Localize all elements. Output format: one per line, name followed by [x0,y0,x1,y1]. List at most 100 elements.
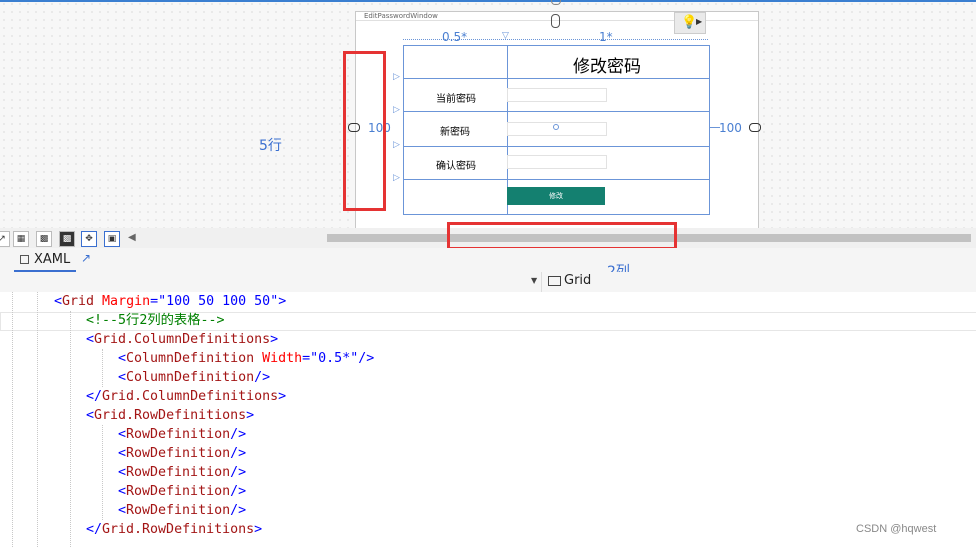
code-token: > [278,389,287,404]
new-password-input[interactable] [507,122,607,136]
code-token: RowDefinition [126,484,231,499]
path-grid-label: Grid [564,273,592,288]
path-grid-item[interactable]: Grid [546,273,666,291]
code-line[interactable]: <ColumnDefinition Width="0.5*"/> [118,349,374,368]
zoom-fit-icon[interactable]: ↗ [0,231,10,247]
confirm-password-label: 确认密码 [436,161,476,172]
code-line[interactable]: <!--5行2列的表格--> [86,311,225,330]
row-divider-2 [404,111,709,112]
code-token: > [254,522,263,537]
design-surface[interactable]: EditPasswordWindow 💡 ▶ 0.5* 1* ▽ 修改密码 当前… [0,0,976,228]
code-token: "> [270,294,287,309]
xaml-code-editor[interactable]: <Grid Margin="100 50 100 50"> <!--5行2列的表格… [0,292,976,547]
chain-icon[interactable] [551,14,560,28]
submit-button[interactable]: 修改 [507,187,605,205]
code-token: /> [230,484,247,499]
popout-icon[interactable]: ↗ [81,251,91,265]
editor-tab-bar: XAML ↗ 2列 [0,248,976,280]
quick-actions[interactable]: 💡 ▶ [674,12,706,34]
code-token: RowDefinition [126,465,231,480]
row-divider-4 [404,179,709,180]
code-token: /> [254,370,271,385]
indent-guide-1 [12,292,13,547]
rows-highlight-box [343,51,386,211]
xaml-file-icon [20,255,29,264]
code-token: /> [230,446,247,461]
margin-right-value[interactable]: 100 [719,121,742,135]
code-token: RowDefinition [126,446,231,461]
window-title: EditPasswordWindow [364,12,438,20]
code-line[interactable]: <ColumnDefinition/> [118,368,270,387]
code-line[interactable]: </Grid.ColumnDefinitions> [86,387,286,406]
center-handle-icon [553,124,559,130]
watermark: CSDN @hqwest [856,523,937,535]
code-token: Grid.ColumnDefinitions [94,332,271,347]
code-token: < [118,446,127,461]
code-token: < [118,370,127,385]
indent-guide-4 [102,349,103,387]
code-line[interactable]: <RowDefinition/> [118,501,246,520]
artboard-icon[interactable]: ▩ [59,231,75,247]
code-token: Margin [94,294,151,309]
column-split-marker-icon[interactable]: ▽ [502,31,509,41]
current-password-input[interactable] [507,88,607,102]
code-token: < [118,484,127,499]
dropdown-arrow-icon[interactable]: ▼ [531,276,537,285]
edit-password-window[interactable]: EditPasswordWindow 💡 ▶ 0.5* 1* ▽ 修改密码 当前… [355,11,759,228]
right-link-icon[interactable] [749,123,761,132]
code-line[interactable]: <RowDefinition/> [118,463,246,482]
snap-grid-icon[interactable]: ▩ [36,231,52,247]
grid-view-icon[interactable]: ▦ [13,231,29,247]
current-password-label: 当前密码 [436,94,476,105]
code-token: <!--5行2列的表格--> [86,313,225,328]
code-token: RowDefinition [126,503,231,518]
code-token: </ [86,389,103,404]
new-password-label: 新密码 [440,127,470,138]
confirm-password-input[interactable] [507,155,607,169]
path-separator [541,272,542,292]
row-marker-2-icon[interactable]: ▷ [393,105,400,115]
col-width-1[interactable]: 0.5* [442,30,467,44]
expand-arrow-icon[interactable]: ▶ [696,17,702,26]
code-line[interactable]: <RowDefinition/> [118,425,246,444]
code-token: < [118,351,127,366]
row-marker-4-icon[interactable]: ▷ [393,173,400,183]
code-token: < [118,503,127,518]
code-token: /> [230,465,247,480]
col-width-2[interactable]: 1* [599,30,613,44]
scroll-left-icon[interactable]: ◀ [128,232,136,243]
code-token: 0.5* [318,351,351,366]
designer-top-border [0,0,976,2]
snap-lines-icon[interactable]: ✥ [81,231,97,247]
code-token: "/> [350,351,375,366]
row-divider-3 [404,146,709,147]
code-token: Grid.RowDefinitions [94,408,247,423]
tab-xaml[interactable]: XAML [14,250,76,272]
code-line[interactable]: <Grid.RowDefinitions> [86,406,254,425]
code-line[interactable]: </Grid.RowDefinitions> [86,520,262,539]
code-token: < [54,294,63,309]
tab-xaml-label: XAML [34,252,71,267]
code-token: Grid.ColumnDefinitions [102,389,279,404]
indent-guide-2 [37,292,38,547]
code-token: =" [150,294,167,309]
code-line[interactable]: <Grid.ColumnDefinitions> [86,330,278,349]
row-marker-3-icon[interactable]: ▷ [393,140,400,150]
code-token: /> [230,427,247,442]
lightbulb-icon[interactable]: 💡 [681,15,697,30]
grid-element-icon [548,276,561,286]
code-line[interactable]: <Grid Margin="100 50 100 50"> [54,292,286,311]
code-token: =" [302,351,319,366]
code-token: > [246,408,255,423]
code-token: Width [254,351,303,366]
code-token: < [118,465,127,480]
code-token: /> [230,503,247,518]
code-line[interactable]: <RowDefinition/> [118,444,246,463]
layout-grid[interactable]: 修改密码 当前密码 新密码 确认密码 修改 [403,45,710,215]
device-icon[interactable]: ▣ [104,231,120,247]
row-marker-1-icon[interactable]: ▷ [393,72,400,82]
code-token: </ [86,522,103,537]
code-token: < [86,332,95,347]
code-token: < [118,427,127,442]
code-line[interactable]: <RowDefinition/> [118,482,246,501]
